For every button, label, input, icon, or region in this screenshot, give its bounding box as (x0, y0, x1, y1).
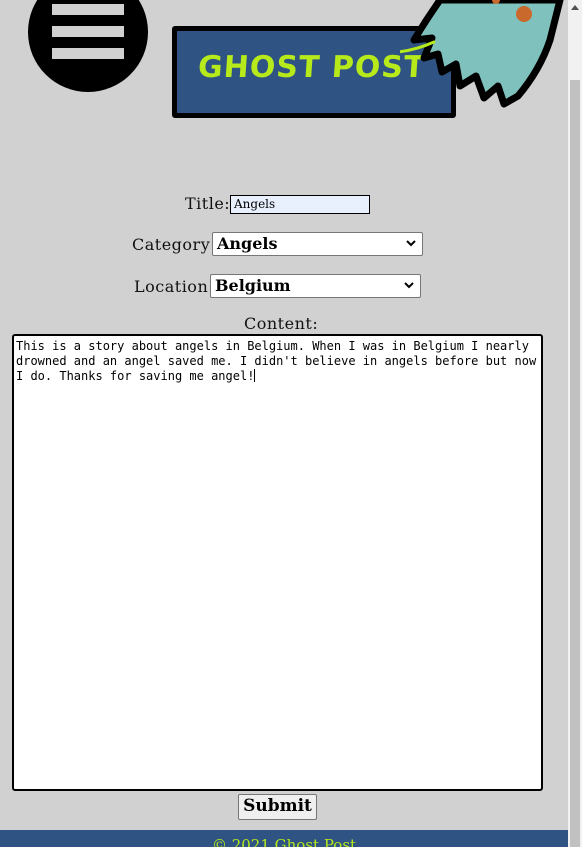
scrollbar-thumb[interactable] (570, 80, 580, 847)
title-label: Title: (185, 194, 231, 213)
ghost-icon (400, 0, 564, 108)
scroll-up-arrow-icon[interactable] (568, 0, 582, 17)
category-select-value: Angels (217, 234, 278, 253)
content-label: Content: (244, 314, 319, 333)
logo-text: GHOST POST (196, 50, 427, 85)
menu-bar (52, 48, 124, 59)
location-select-value: Belgium (215, 276, 291, 295)
title-input[interactable]: Angels (230, 195, 370, 214)
chevron-down-icon (406, 240, 416, 247)
location-label: Location: (134, 277, 215, 296)
category-label: Category: (132, 235, 217, 254)
chevron-down-icon (404, 282, 414, 289)
menu-bar (52, 4, 124, 15)
category-select[interactable]: Angels (212, 232, 423, 256)
hamburger-menu-icon[interactable] (28, 0, 148, 92)
vertical-scrollbar[interactable] (568, 0, 582, 847)
footer-copyright: © 2021 Ghost Post (211, 836, 357, 847)
ghost-spot (516, 6, 532, 22)
submit-button[interactable]: Submit (238, 794, 317, 820)
text-caret (254, 369, 256, 382)
content-text: This is a story about angels in Belgium.… (16, 339, 543, 383)
content-textarea[interactable]: This is a story about angels in Belgium.… (12, 334, 543, 791)
location-select[interactable]: Belgium (210, 274, 421, 298)
page: GHOST POST Title: Angels Category: Angel… (0, 0, 568, 847)
scrollbar-gap (570, 17, 580, 77)
menu-bar (52, 26, 124, 37)
footer: © 2021 Ghost Post (0, 830, 568, 847)
